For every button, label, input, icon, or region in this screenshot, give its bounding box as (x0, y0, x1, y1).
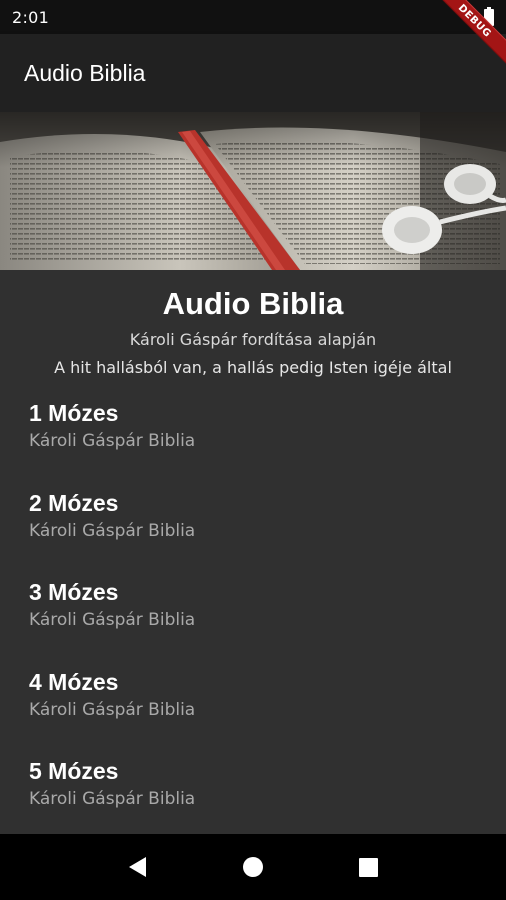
open-bible-with-earphones-image (0, 112, 506, 270)
book-subtitle: Károli Gáspár Biblia (29, 789, 196, 809)
book-title: 1 Mózes (29, 400, 119, 426)
status-time: 2:01 (12, 7, 50, 27)
book-list: 1 Mózes Károli Gáspár Biblia 2 Mózes Kár… (0, 399, 506, 834)
app-screen: 2:01 DEBUG Audio Biblia Audio Biblia Kár… (0, 0, 506, 900)
status-bar: 2:01 (0, 0, 506, 34)
home-button[interactable] (239, 853, 267, 881)
recents-icon (358, 857, 378, 877)
book-item-5-mozes[interactable]: 5 Mózes Károli Gáspár Biblia (0, 757, 506, 834)
hero-bible-image (0, 112, 506, 270)
book-subtitle: Károli Gáspár Biblia (29, 431, 196, 451)
back-icon (129, 857, 147, 877)
book-title: 3 Mózes (29, 579, 119, 605)
back-button[interactable] (124, 853, 152, 881)
book-title: 2 Mózes (29, 489, 119, 516)
book-item-1-mozes[interactable]: 1 Mózes Károli Gáspár Biblia (0, 399, 506, 489)
book-subtitle: Károli Gáspár Biblia (29, 610, 196, 630)
book-subtitle: Károli Gáspár Biblia (29, 699, 196, 720)
system-nav-bar (0, 834, 506, 900)
book-item-3-mozes[interactable]: 3 Mózes Károli Gáspár Biblia (0, 578, 506, 668)
book-title: 4 Mózes (29, 668, 119, 695)
main-content: Audio Biblia Károli Gáspár fordítása ala… (0, 270, 506, 834)
home-icon (242, 857, 263, 877)
recents-button[interactable] (354, 853, 382, 881)
book-item-2-mozes[interactable]: 2 Mózes Károli Gáspár Biblia (0, 489, 506, 579)
app-bar: Audio Biblia (0, 34, 506, 112)
app-bar-title: Audio Biblia (24, 59, 146, 86)
page-title: Audio Biblia (162, 286, 344, 321)
book-title: 5 Mózes (29, 758, 119, 784)
book-item-4-mozes[interactable]: 4 Mózes Károli Gáspár Biblia (0, 668, 506, 758)
book-subtitle: Károli Gáspár Biblia (29, 520, 196, 541)
page-subtitle: Károli Gáspár fordítása alapján (129, 330, 377, 349)
page-quote: A hit hallásból van, a hallás pedig Iste… (54, 358, 452, 377)
